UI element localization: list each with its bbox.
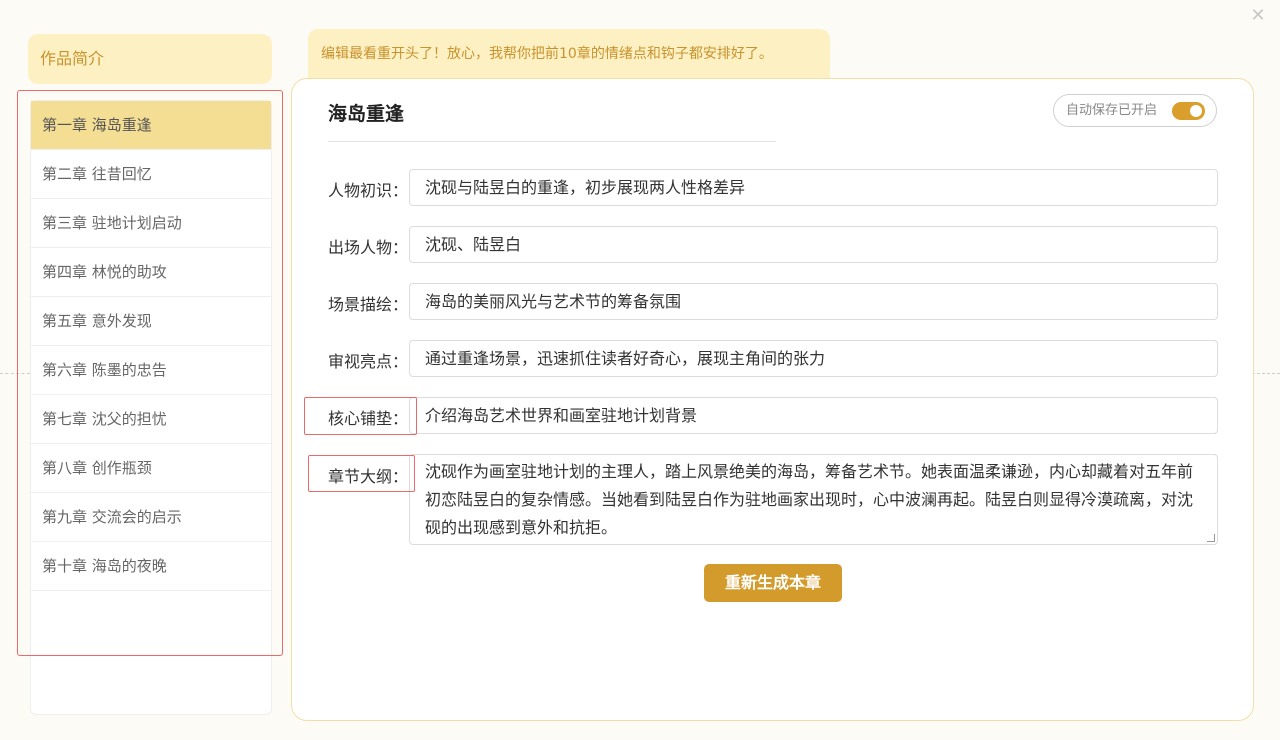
chapter-item-1[interactable]: 第一章 海岛重逢 (31, 101, 271, 150)
field-label-scene: 场景描绘： (328, 295, 409, 314)
autosave-label: 自动保存已开启 (1066, 103, 1158, 118)
outline-text: 沈砚作为画室驻地计划的主理人，踏上风景绝美的海岛，筹备艺术节。她表面温柔谦逊，内… (425, 462, 1194, 537)
chapter-item-3[interactable]: 第三章 驻地计划启动 (31, 199, 271, 248)
chapter-title: 海岛重逢 (328, 103, 405, 125)
autosave-toggle[interactable]: 自动保存已开启 (1053, 94, 1217, 127)
chapter-item-9[interactable]: 第九章 交流会的启示 (31, 493, 271, 542)
chapter-item-10[interactable]: 第十章 海岛的夜晚 (31, 542, 271, 591)
characters-input[interactable]: 沈砚、陆昱白 (409, 226, 1218, 263)
page: ✕ 作品简介 第一章 海岛重逢 第二章 往昔回忆 第三章 驻地计划启动 第四章 … (0, 0, 1280, 740)
chapter-item-8[interactable]: 第八章 创作瓶颈 (31, 444, 271, 493)
field-label-core-setup: 核心铺垫： (328, 409, 409, 428)
scene-input[interactable]: 海岛的美丽风光与艺术节的筹备氛围 (409, 283, 1218, 320)
chapter-item-4[interactable]: 第四章 林悦的助攻 (31, 248, 271, 297)
chapter-list: 第一章 海岛重逢 第二章 往昔回忆 第三章 驻地计划启动 第四章 林悦的助攻 第… (30, 100, 272, 715)
highlight-input[interactable]: 通过重逢场景，迅速抓住读者好奇心，展现主角间的张力 (409, 340, 1218, 377)
chapter-item-6[interactable]: 第六章 陈墨的忠告 (31, 346, 271, 395)
core-setup-input[interactable]: 介绍海岛艺术世界和画室驻地计划背景 (409, 397, 1218, 434)
tip-message: 编辑最看重开头了！放心，我帮你把前10章的情绪点和钩子都安排好了。 (308, 29, 830, 79)
chapter-editor: 海岛重逢 自动保存已开启 人物初识： 沈砚与陆昱白的重逢，初步展现两人性格差异 … (291, 78, 1254, 721)
outline-textarea[interactable]: 沈砚作为画室驻地计划的主理人，踏上风景绝美的海岛，筹备艺术节。她表面温柔谦逊，内… (409, 454, 1218, 545)
close-icon[interactable]: ✕ (1248, 6, 1268, 26)
toggle-switch[interactable] (1172, 102, 1205, 120)
chapter-item-5[interactable]: 第五章 意外发现 (31, 297, 271, 346)
regenerate-chapter-button[interactable]: 重新生成本章 (704, 564, 842, 602)
chapter-item-2[interactable]: 第二章 往昔回忆 (31, 150, 271, 199)
resize-handle-icon[interactable] (1207, 534, 1215, 542)
chapter-item-7[interactable]: 第七章 沈父的担忧 (31, 395, 271, 444)
field-label-character-intro: 人物初识： (328, 181, 409, 200)
divider-left (0, 373, 30, 374)
title-divider (328, 141, 776, 142)
intro-button[interactable]: 作品简介 (28, 34, 272, 84)
field-label-characters: 出场人物： (328, 238, 409, 257)
character-intro-input[interactable]: 沈砚与陆昱白的重逢，初步展现两人性格差异 (409, 169, 1218, 206)
toggle-knob (1190, 105, 1202, 117)
field-label-outline: 章节大纲： (328, 467, 409, 486)
field-label-highlight: 审视亮点： (328, 352, 409, 371)
divider-right (1252, 373, 1280, 374)
